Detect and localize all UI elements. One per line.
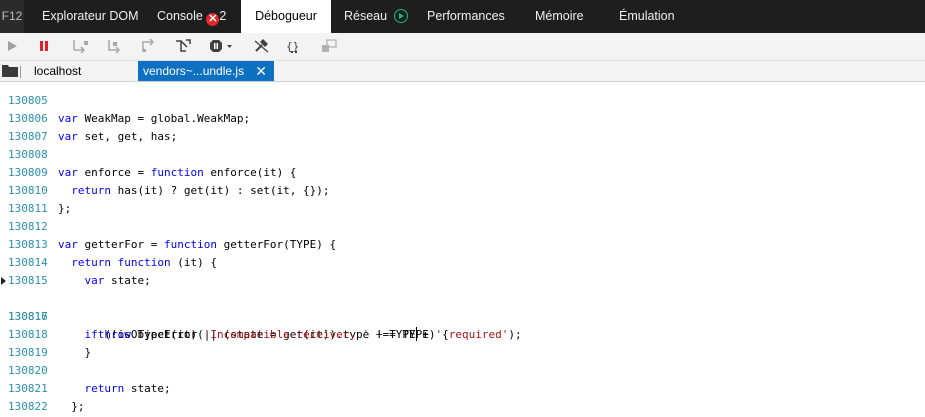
step-into-button[interactable] bbox=[69, 36, 91, 56]
code-line: 130818 } bbox=[0, 308, 925, 359]
continue-button[interactable] bbox=[1, 36, 23, 56]
file-tab-localhost[interactable]: localhost bbox=[34, 61, 81, 81]
file-tabs-bar: localhost vendors~...undle.js ✕ bbox=[0, 61, 925, 82]
folder-icon[interactable] bbox=[2, 64, 18, 77]
tab-dom-explorer[interactable]: Explorateur DOM bbox=[42, 0, 139, 33]
code-line: 130807 bbox=[0, 110, 925, 143]
tab-label: Performances bbox=[427, 9, 505, 23]
error-count: 2 bbox=[219, 9, 227, 23]
tab-label: Émulation bbox=[619, 9, 675, 23]
toggle-breakpoints-button[interactable] bbox=[251, 36, 273, 56]
step-out-button[interactable] bbox=[138, 36, 160, 56]
code-line: 130811 bbox=[0, 182, 925, 215]
f12-label: F12 bbox=[0, 0, 24, 33]
step-over-button[interactable] bbox=[104, 36, 126, 56]
code-line: 130806 var set, get, has; bbox=[0, 92, 925, 143]
pause-icon bbox=[40, 41, 48, 51]
step-into-icon bbox=[73, 40, 88, 54]
code-line: 130810 }; bbox=[0, 164, 925, 215]
code-line-current: 130816 if (!isObject(it) || (state = get… bbox=[0, 272, 925, 341]
break-button[interactable] bbox=[33, 36, 55, 56]
exception-behavior-icon bbox=[210, 40, 232, 52]
tab-console[interactable]: Console ✕ 2 bbox=[157, 0, 226, 33]
file-tab-label: vendors~...undle.js bbox=[143, 64, 245, 78]
pretty-print-button[interactable]: {} bbox=[283, 36, 305, 56]
tab-memory[interactable]: Mémoire bbox=[535, 0, 584, 33]
tab-label: Réseau bbox=[344, 9, 388, 23]
tab-debugger[interactable]: Débogueur bbox=[241, 0, 331, 33]
code-line: 130812 var getterFor = function getterFo… bbox=[0, 200, 925, 251]
code-line: 130817 throw TypeError('Incompatible rec… bbox=[0, 290, 925, 341]
code-line: 130814 var state; bbox=[0, 236, 925, 287]
break-on-new-worker-button[interactable] bbox=[172, 36, 194, 56]
recording-play-icon bbox=[393, 9, 408, 23]
code-line: 130805 var WeakMap = global.WeakMap; bbox=[0, 81, 925, 125]
devtools-tab-bar: F12 Explorateur DOM Console ✕ 2 Débogueur… bbox=[0, 0, 925, 33]
tab-network[interactable]: Réseau bbox=[344, 0, 408, 33]
code-line: 130822 }; bbox=[0, 380, 925, 413]
code-line: 130823 bbox=[0, 398, 925, 416]
code-line: 130808 var enforce = function enforce(it… bbox=[0, 128, 925, 179]
toggle-breakpoints-icon bbox=[254, 39, 269, 53]
play-icon bbox=[8, 41, 17, 51]
code-line: 130820 return state; bbox=[0, 344, 925, 395]
source-map-icon bbox=[322, 39, 337, 52]
step-over-icon bbox=[108, 40, 121, 54]
code-line: 130821 }; bbox=[0, 362, 925, 413]
code-line: 130813 return function (it) { bbox=[0, 218, 925, 269]
divider bbox=[20, 66, 21, 78]
code-line: 130809 return has(it) ? get(it) : set(it… bbox=[0, 146, 925, 197]
source-map-button[interactable] bbox=[318, 36, 340, 56]
current-line-arrow-icon bbox=[1, 277, 6, 285]
close-icon[interactable]: ✕ bbox=[255, 61, 267, 81]
tab-label: Console bbox=[157, 9, 203, 23]
tab-label: Mémoire bbox=[535, 9, 584, 23]
error-icon: ✕ bbox=[206, 13, 220, 26]
file-tab-active[interactable]: vendors~...undle.js ✕ bbox=[138, 61, 274, 81]
exception-behavior-button[interactable] bbox=[207, 36, 235, 56]
tab-label: Explorateur DOM bbox=[42, 9, 139, 23]
break-on-new-worker-icon bbox=[176, 39, 191, 52]
code-line: 130815 bbox=[0, 254, 925, 287]
code-line: 130819 bbox=[0, 326, 925, 359]
step-out-icon bbox=[142, 38, 155, 52]
pretty-print-icon: {} bbox=[286, 40, 299, 53]
debugger-toolbar: {} bbox=[0, 33, 925, 61]
tab-label: Débogueur bbox=[255, 9, 317, 23]
tab-emulation[interactable]: Émulation bbox=[619, 0, 675, 33]
code-editor[interactable]: 130805 var WeakMap = global.WeakMap; 130… bbox=[0, 81, 925, 417]
tab-performance[interactable]: Performances bbox=[427, 0, 505, 33]
